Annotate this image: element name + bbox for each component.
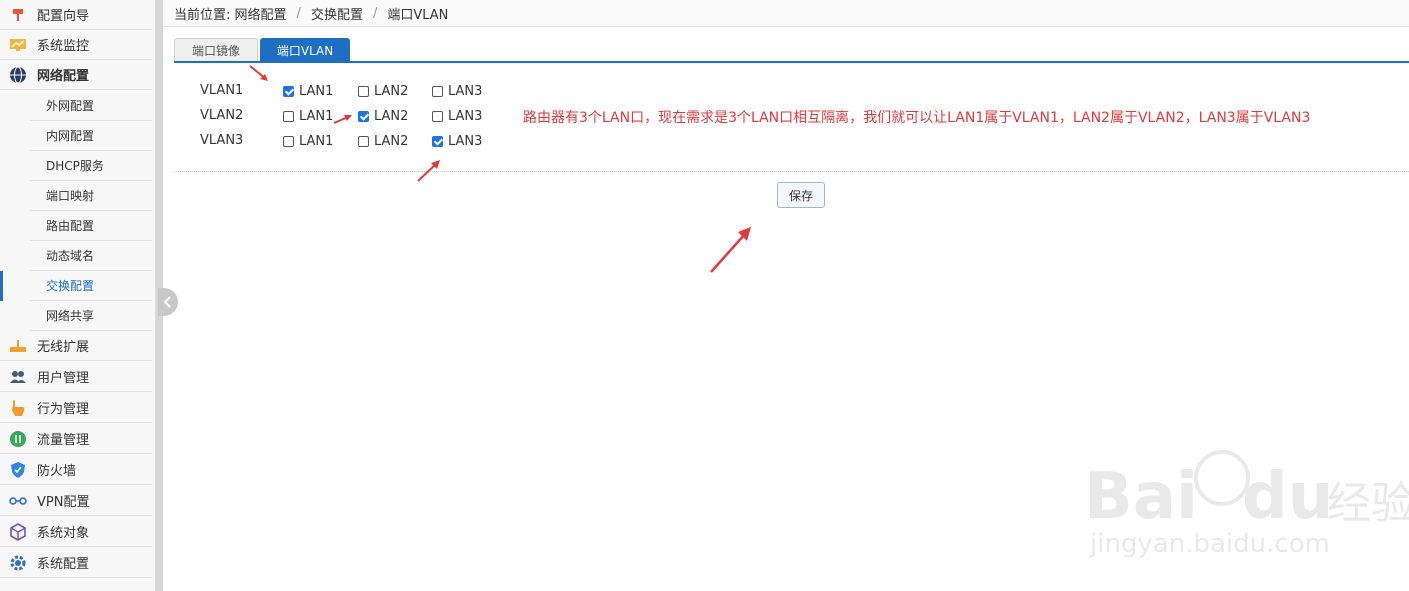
sidebar-item-label: 行为管理 bbox=[37, 402, 90, 417]
sidebar-item-monitor[interactable]: 系统监控 bbox=[0, 30, 152, 60]
sidebar-item-wireless[interactable]: 无线扩展 bbox=[0, 331, 152, 361]
checkbox-label: LAN2 bbox=[374, 109, 409, 124]
sidebar-item-network[interactable]: 网络配置 bbox=[0, 60, 152, 90]
svg-text:du: du bbox=[1242, 460, 1333, 534]
breadcrumb-item: 网络配置 bbox=[234, 7, 287, 23]
save-button[interactable]: 保存 bbox=[777, 182, 825, 208]
gear-icon bbox=[9, 554, 27, 572]
checkbox-checked-icon[interactable] bbox=[358, 111, 369, 122]
sidebar-item-label: VPN配置 bbox=[37, 495, 90, 510]
vpn-icon bbox=[9, 492, 27, 510]
sidebar-item-label: 系统对象 bbox=[37, 526, 90, 541]
sidebar-subitem-ddns[interactable]: 动态域名 bbox=[30, 241, 152, 271]
sidebar: 配置向导 系统监控 网络配置 外网配置 内网配置 DHCP服务 端口映射 路由配… bbox=[0, 0, 163, 591]
checkbox-label: LAN1 bbox=[299, 84, 334, 99]
users-icon bbox=[9, 368, 27, 386]
sidebar-item-vpn[interactable]: VPN配置 bbox=[0, 486, 152, 516]
tab-underline bbox=[174, 61, 1409, 63]
breadcrumb-item: 交换配置 bbox=[310, 7, 363, 23]
checkbox-unchecked-icon[interactable] bbox=[358, 86, 369, 97]
checkbox-label: LAN3 bbox=[448, 109, 483, 124]
sidebar-subitem-port-mapping[interactable]: 端口映射 bbox=[30, 181, 152, 211]
annotation-arrow-icon bbox=[417, 160, 440, 182]
checkbox-label: LAN3 bbox=[448, 84, 483, 99]
sidebar-subitem-lan[interactable]: 内网配置 bbox=[30, 121, 152, 151]
sidebar-item-label: 防火墙 bbox=[37, 464, 77, 479]
pin-icon bbox=[9, 6, 27, 24]
cube-icon bbox=[9, 522, 27, 541]
monitor-icon bbox=[9, 36, 27, 54]
hand-icon bbox=[9, 399, 27, 417]
annotation-arrow-icon bbox=[333, 115, 352, 124]
sidebar-item-label: 用户管理 bbox=[37, 371, 90, 386]
svg-text:jingyan.baidu.com: jingyan.baidu.com bbox=[1089, 529, 1330, 559]
checkbox-label: LAN3 bbox=[448, 134, 483, 149]
baidu-watermark: Bai du 经验 jingyan.baidu.com bbox=[1082, 440, 1409, 560]
annotation-arrow-icon bbox=[249, 65, 268, 81]
sidebar-item-firewall[interactable]: 防火墙 bbox=[0, 455, 152, 485]
svg-text:经验: 经验 bbox=[1327, 478, 1409, 529]
vlan-port-checkbox[interactable]: LAN2 bbox=[358, 84, 408, 99]
vlan-port-checkbox[interactable]: LAN1 bbox=[283, 134, 333, 149]
checkbox-checked-icon[interactable] bbox=[283, 86, 294, 97]
sidebar-subitem-routing[interactable]: 路由配置 bbox=[30, 211, 152, 241]
checkbox-checked-icon[interactable] bbox=[432, 136, 443, 147]
sidebar-subitem-wan[interactable]: 外网配置 bbox=[30, 91, 152, 121]
checkbox-unchecked-icon[interactable] bbox=[283, 111, 294, 122]
vlan-row-label: VLAN2 bbox=[200, 108, 244, 123]
checkbox-label: LAN2 bbox=[374, 84, 409, 99]
sidebar-item-wizard[interactable]: 配置向导 bbox=[0, 0, 152, 30]
sidebar-subitem-switch[interactable]: 交换配置 bbox=[30, 271, 152, 301]
checkbox-unchecked-icon[interactable] bbox=[283, 136, 294, 147]
sidebar-item-label: 网络配置 bbox=[37, 69, 90, 84]
sidebar-item-label: 系统配置 bbox=[37, 557, 90, 572]
vlan-port-checkbox[interactable]: LAN2 bbox=[358, 109, 408, 124]
annotation-arrow-icon bbox=[710, 227, 751, 273]
shield-icon bbox=[9, 461, 27, 479]
sidebar-item-label: 流量管理 bbox=[37, 433, 90, 448]
svg-text:Bai: Bai bbox=[1084, 460, 1198, 534]
vlan-row-label: VLAN1 bbox=[200, 83, 244, 98]
breadcrumb-item: 端口VLAN bbox=[387, 7, 449, 23]
checkbox-unchecked-icon[interactable] bbox=[432, 111, 443, 122]
annotation-text: 路由器有3个LAN口，现在需求是3个LAN口相互隔离，我们就可以让LAN1属于V… bbox=[523, 110, 1311, 126]
vlan-port-checkbox[interactable]: LAN3 bbox=[432, 134, 482, 149]
checkbox-unchecked-icon[interactable] bbox=[432, 86, 443, 97]
sidebar-item-label: 系统监控 bbox=[37, 39, 90, 54]
sidebar-item-users[interactable]: 用户管理 bbox=[0, 362, 152, 392]
vlan-row-label: VLAN3 bbox=[200, 133, 244, 148]
tab-port-mirror[interactable]: 端口镜像 bbox=[174, 38, 258, 62]
active-indicator bbox=[0, 271, 3, 301]
sidebar-item-objects[interactable]: 系统对象 bbox=[0, 517, 152, 547]
traffic-icon bbox=[9, 430, 27, 448]
breadcrumb: 当前位置: 网络配置 / 交换配置 / 端口VLAN bbox=[164, 0, 1409, 27]
sidebar-item-label: 配置向导 bbox=[37, 9, 90, 24]
sidebar-subitem-network-share[interactable]: 网络共享 bbox=[30, 301, 152, 331]
checkbox-label: LAN1 bbox=[299, 109, 334, 124]
sidebar-item-label: 无线扩展 bbox=[37, 340, 90, 355]
sidebar-subitem-dhcp[interactable]: DHCP服务 bbox=[30, 151, 152, 181]
main-content: 当前位置: 网络配置 / 交换配置 / 端口VLAN 端口镜像 端口VLAN V… bbox=[164, 0, 1409, 591]
vlan-port-checkbox[interactable]: LAN1 bbox=[283, 109, 333, 124]
vlan-port-checkbox[interactable]: LAN3 bbox=[432, 84, 482, 99]
globe-icon bbox=[9, 66, 27, 84]
sidebar-item-traffic[interactable]: 流量管理 bbox=[0, 424, 152, 454]
vlan-port-checkbox[interactable]: LAN3 bbox=[432, 109, 482, 124]
checkbox-unchecked-icon[interactable] bbox=[358, 136, 369, 147]
tab-port-vlan[interactable]: 端口VLAN bbox=[260, 38, 350, 62]
divider bbox=[174, 171, 1409, 172]
checkbox-label: LAN1 bbox=[299, 134, 334, 149]
router-icon bbox=[9, 337, 27, 355]
checkbox-label: LAN2 bbox=[374, 134, 409, 149]
sidebar-item-behavior[interactable]: 行为管理 bbox=[0, 393, 152, 423]
vlan-port-checkbox[interactable]: LAN1 bbox=[283, 84, 333, 99]
vlan-port-checkbox[interactable]: LAN2 bbox=[358, 134, 408, 149]
sidebar-item-system[interactable]: 系统配置 bbox=[0, 548, 152, 578]
